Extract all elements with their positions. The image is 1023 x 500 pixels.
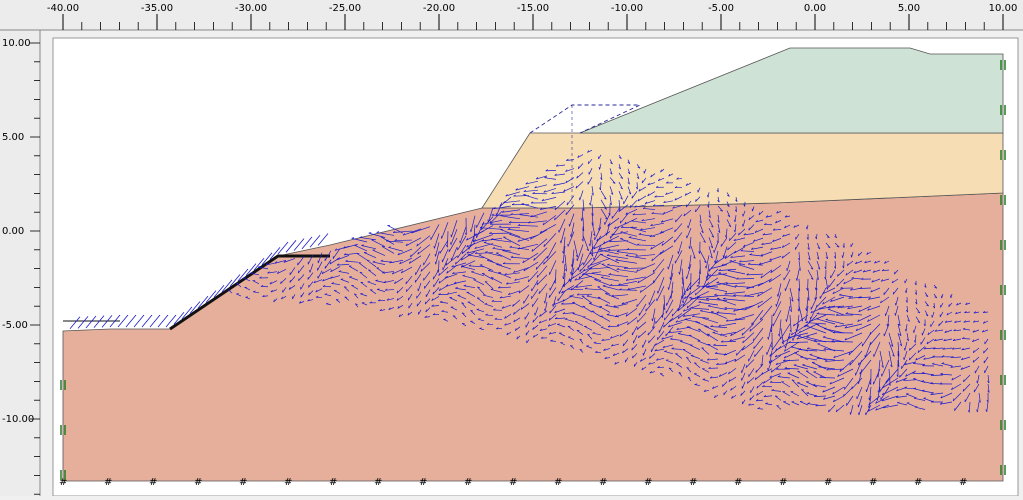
y-tick-label: 10.00 [2, 38, 31, 49]
x-tick-label: -10.00 [611, 3, 643, 14]
fixity-marker: # [824, 477, 832, 488]
x-tick-label: -30.00 [235, 3, 267, 14]
fixity-marker: # [149, 477, 157, 488]
x-tick-label: -15.00 [517, 3, 549, 14]
vector-head [850, 363, 851, 365]
fixity-marker: # [329, 477, 337, 488]
x-tick-label: -5.00 [708, 3, 734, 14]
x-tick-label: -25.00 [329, 3, 361, 14]
y-tick-label: -5.00 [2, 320, 28, 331]
fixity-marker: # [599, 477, 607, 488]
fixity-marker: # [689, 477, 697, 488]
vector-head [536, 267, 537, 269]
fixity-marker: # [914, 477, 922, 488]
deformation-view[interactable]: -40.00 -35.00 -30.00 -25.00 -20.00 -15.00 -10.… [0, 0, 1023, 496]
x-tick-label: 10.00 [989, 3, 1018, 14]
vector-head [858, 413, 859, 415]
fixity-marker: # [104, 477, 112, 488]
fixity-marker: # [734, 477, 742, 488]
fixity-marker: # [194, 477, 202, 488]
y-tick-label: -10.00 [2, 414, 34, 425]
y-tick-label: 5.00 [2, 132, 24, 143]
x-tick-label: -35.00 [141, 3, 173, 14]
fixity-marker: # [464, 477, 472, 488]
plaxis-output-viewer: -40.00 -35.00 -30.00 -25.00 -20.00 -15.00 -10.… [0, 0, 1023, 496]
vector-head [785, 346, 786, 348]
fixity-marker: # [554, 477, 562, 488]
x-tick-label: 5.00 [898, 3, 920, 14]
left-ruler-bg [0, 30, 40, 496]
x-tick-label: 0.00 [804, 3, 826, 14]
fixity-marker: # [644, 477, 652, 488]
y-tick-label: 0.00 [2, 226, 24, 237]
x-tick-label: -40.00 [47, 3, 79, 14]
fixity-marker: # [374, 477, 382, 488]
fixity-marker: # [779, 477, 787, 488]
fixity-marker: # [239, 477, 247, 488]
soil-layer-middle [482, 133, 1003, 208]
vector-head [434, 246, 435, 248]
fixity-marker: # [284, 477, 292, 488]
vector-head [886, 381, 887, 383]
fixity-marker: # [959, 477, 967, 488]
fixity-marker: # [869, 477, 877, 488]
fixity-marker: # [509, 477, 517, 488]
vector-head [406, 289, 407, 291]
x-tick-label: -20.00 [423, 3, 455, 14]
fixity-marker: # [419, 477, 427, 488]
